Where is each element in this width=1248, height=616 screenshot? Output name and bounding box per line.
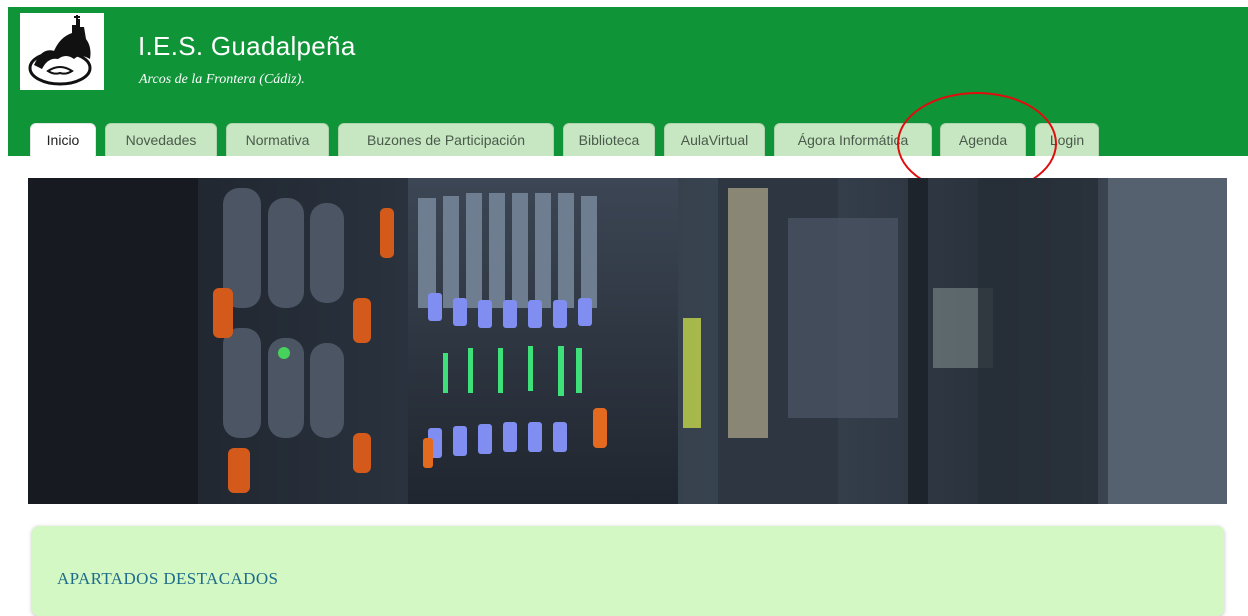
site-title[interactable]: I.E.S. Guadalpeña [138,31,356,62]
tab-agenda[interactable]: Agenda [940,123,1026,156]
tab-login[interactable]: Login [1035,123,1099,156]
tab-biblioteca[interactable]: Biblioteca [563,123,655,156]
featured-section-title: APARTADOS DESTACADOS [57,569,279,588]
site-header: I.E.S. Guadalpeña Arcos de la Frontera (… [8,7,1248,157]
tab-normativa[interactable]: Normativa [226,123,329,156]
tab-aulavirtual[interactable]: AulaVirtual [664,123,765,156]
castle-logo-icon[interactable] [20,13,104,90]
site-subtitle: Arcos de la Frontera (Cádiz). [139,72,305,87]
tab-buzones-de-participacion[interactable]: Buzones de Participación [338,123,554,156]
tab-agora-informatica[interactable]: Ágora Informática [774,123,932,156]
tab-novedades[interactable]: Novedades [105,123,217,156]
featured-section-panel: APARTADOS DESTACADOS [32,526,1224,616]
tab-inicio[interactable]: Inicio [30,123,96,157]
server-rack-banner-image [28,178,1227,504]
